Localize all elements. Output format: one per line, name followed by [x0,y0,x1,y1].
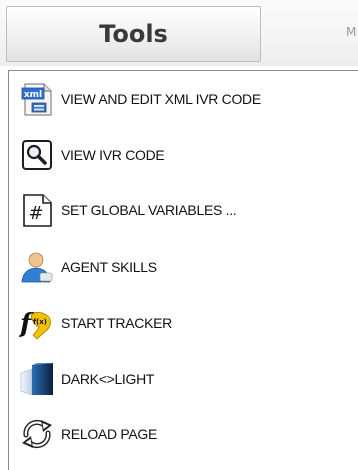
agent-icon [21,252,53,283]
svg-text:xml: xml [24,90,42,100]
menu-item-view-edit-xml[interactable]: xml VIEW AND EDIT XML IVR CODE [19,75,358,123]
menu-item-view-ivr-code[interactable]: VIEW IVR CODE [19,131,358,179]
next-menu-tab[interactable]: M [346,25,356,39]
menu-item-set-global-variables[interactable]: # SET GLOBAL VARIABLES ... [19,186,358,234]
menu-item-start-tracker[interactable]: f f(x) START TRACKER [19,299,358,347]
svg-text:#: # [28,203,43,224]
menu-item-label: SET GLOBAL VARIABLES ... [61,202,237,218]
menu-item-reload-page[interactable]: RELOAD PAGE [19,410,358,458]
magnifier-icon [22,140,52,170]
menu-item-label: START TRACKER [61,315,172,331]
reload-icon [22,419,52,449]
tools-dropdown-menu: xml VIEW AND EDIT XML IVR CODE VIEW IVR … [8,70,358,470]
menu-item-label: RELOAD PAGE [61,426,158,442]
tools-menu-tab[interactable]: Tools [6,6,261,62]
function-icon: f f(x) [19,309,51,340]
menu-item-dark-light[interactable]: DARK<>LIGHT [19,355,358,403]
dark-light-icon [20,363,53,396]
menu-bar: Tools M [0,0,358,66]
hash-file-icon: # [23,194,52,227]
menu-item-label: VIEW IVR CODE [61,147,165,163]
menu-item-label: DARK<>LIGHT [61,371,155,387]
menu-item-agent-skills[interactable]: AGENT SKILLS [19,243,358,291]
menu-item-label: AGENT SKILLS [61,259,157,275]
xml-file-icon: xml [21,83,52,116]
svg-text:f(x): f(x) [33,318,47,326]
menu-item-label: VIEW AND EDIT XML IVR CODE [61,91,261,107]
